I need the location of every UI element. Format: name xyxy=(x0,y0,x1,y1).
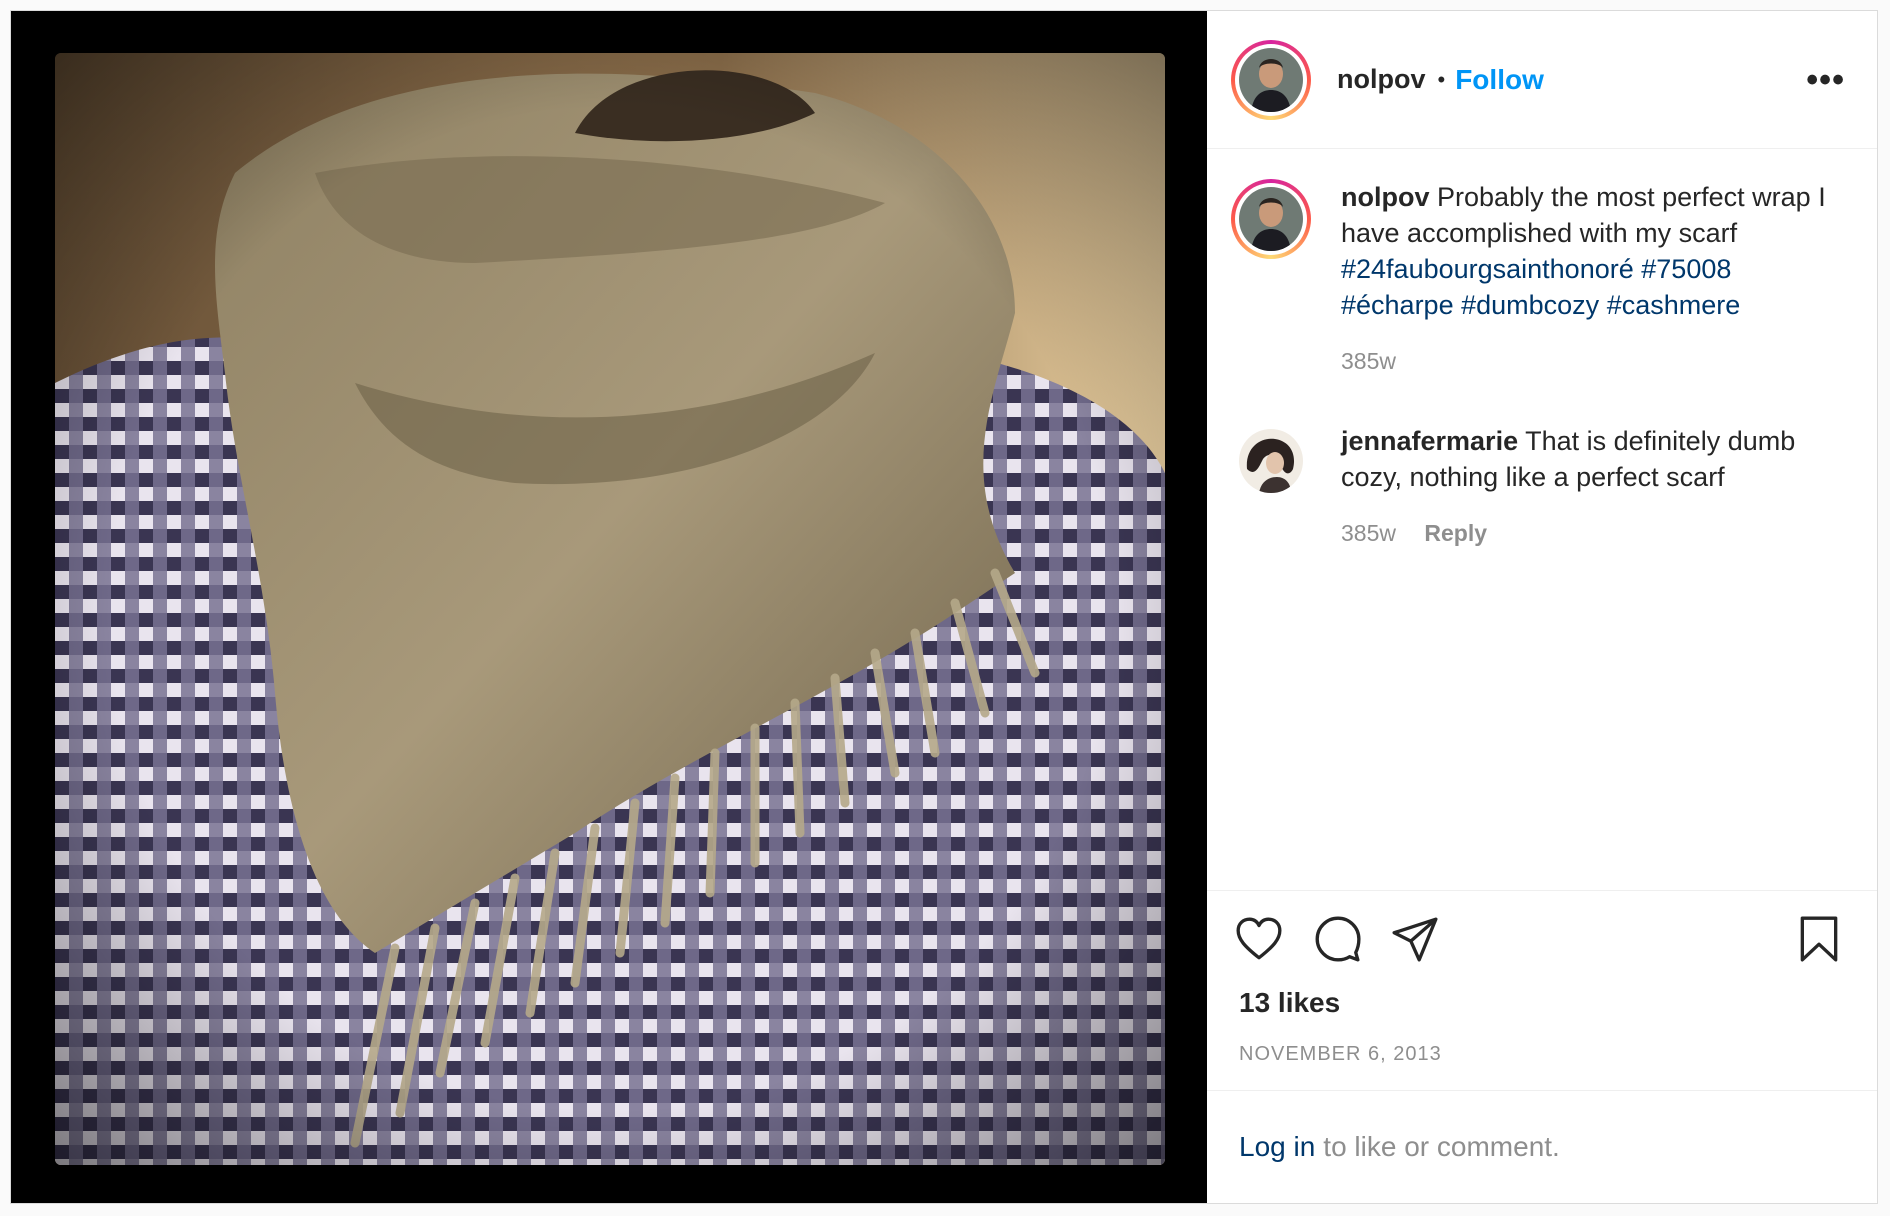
paper-plane-icon[interactable] xyxy=(1387,911,1443,967)
more-options-icon[interactable]: ••• xyxy=(1806,63,1845,97)
bookmark-icon[interactable] xyxy=(1791,911,1847,967)
comment-body: jennafermarie That is definitely dumb co… xyxy=(1341,423,1853,551)
comment-text-block: jennafermarie That is definitely dumb co… xyxy=(1341,423,1853,495)
avatar xyxy=(1239,47,1303,112)
post-photo[interactable] xyxy=(55,53,1165,1165)
story-ring-avatar[interactable] xyxy=(1231,39,1311,120)
post-footer: 13 likes NOVEMBER 6, 2013 Log in to like… xyxy=(1207,890,1877,1203)
login-prompt: Log in to like or comment. xyxy=(1207,1090,1877,1203)
reply-button[interactable]: Reply xyxy=(1424,520,1487,546)
caption-timestamp[interactable]: 385w xyxy=(1341,348,1396,374)
hashtag[interactable]: #dumbcozy xyxy=(1461,290,1599,320)
comments-list[interactable]: nolpov Probably the most perfect wrap I … xyxy=(1207,149,1877,890)
login-prompt-text: to like or comment. xyxy=(1323,1131,1560,1162)
follow-button[interactable]: Follow xyxy=(1455,64,1544,96)
comment-timestamp[interactable]: 385w xyxy=(1341,520,1396,546)
comment-bubble-icon[interactable] xyxy=(1309,911,1365,967)
hashtag[interactable]: #écharpe xyxy=(1341,290,1454,320)
comment-avatar-wrap xyxy=(1231,423,1311,493)
comment-item: jennafermarie That is definitely dumb co… xyxy=(1231,423,1853,551)
scarf-photo xyxy=(55,53,1165,1165)
separator-dot: • xyxy=(1437,66,1446,92)
caption-item: nolpov Probably the most perfect wrap I … xyxy=(1231,179,1853,379)
post-username[interactable]: nolpov xyxy=(1337,64,1426,95)
likes-count[interactable]: 13 likes xyxy=(1207,987,1877,1019)
story-ring-avatar[interactable] xyxy=(1231,179,1311,259)
comment-meta: 385w Reply xyxy=(1341,515,1853,551)
avatar-border xyxy=(1235,183,1307,255)
comment-username[interactable]: jennafermarie xyxy=(1341,426,1518,456)
caption-body: nolpov Probably the most perfect wrap I … xyxy=(1341,179,1853,379)
post-date[interactable]: NOVEMBER 6, 2013 xyxy=(1207,1043,1877,1066)
avatar[interactable] xyxy=(1239,429,1303,493)
caption-username[interactable]: nolpov xyxy=(1341,182,1430,212)
action-bar xyxy=(1207,891,1877,987)
hashtag[interactable]: #75008 xyxy=(1641,254,1731,284)
post-media xyxy=(11,11,1207,1203)
caption-text-block: nolpov Probably the most perfect wrap I … xyxy=(1341,179,1853,323)
post-sidebar: nolpov • Follow ••• nolpov Probably the … xyxy=(1207,11,1877,1203)
post-header: nolpov • Follow ••• xyxy=(1207,11,1877,149)
caption-avatar-wrap xyxy=(1231,179,1311,259)
caption-meta: 385w xyxy=(1341,343,1853,379)
login-link[interactable]: Log in xyxy=(1239,1131,1315,1163)
heart-icon[interactable] xyxy=(1231,911,1287,967)
hashtag[interactable]: #24faubourgsainthonoré xyxy=(1341,254,1634,284)
post-dialog: nolpov • Follow ••• nolpov Probably the … xyxy=(10,10,1878,1204)
avatar xyxy=(1239,187,1303,251)
avatar-border xyxy=(1235,43,1307,116)
hashtag[interactable]: #cashmere xyxy=(1607,290,1741,320)
